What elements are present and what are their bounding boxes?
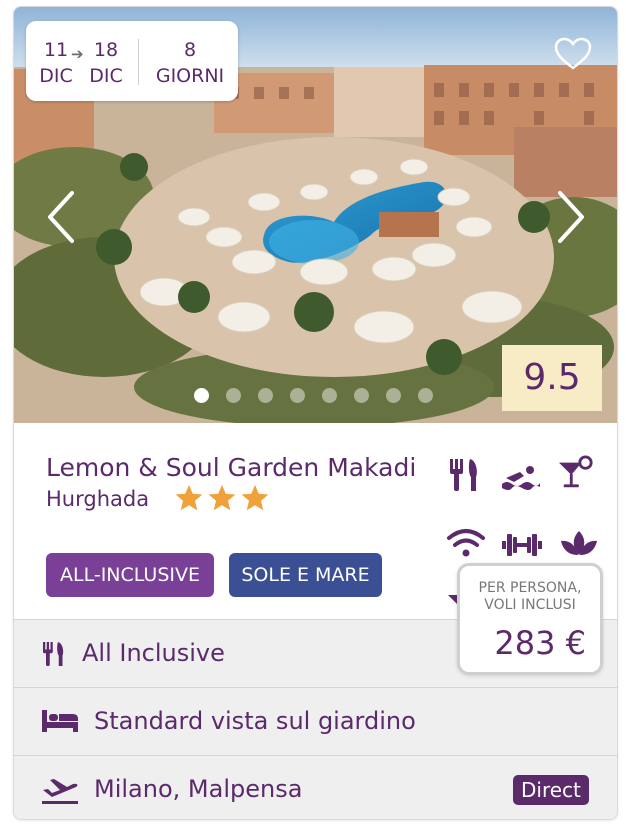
gallery-dot[interactable] — [386, 388, 401, 403]
star-icon — [208, 484, 236, 511]
next-image-arrow-icon[interactable] — [554, 189, 588, 245]
hotel-name[interactable]: Lemon & Soul Garden Makadi — [46, 453, 416, 482]
gallery-dot[interactable] — [226, 388, 241, 403]
room-row: Standard vista sul giardino — [14, 687, 617, 755]
gallery-dot[interactable] — [322, 388, 337, 403]
room-type: Standard vista sul giardino — [94, 707, 416, 735]
end-day: 18 — [93, 39, 119, 61]
travel-dates-box[interactable]: 11 DIC ➔ 18 DIC 8 GIORNI — [26, 21, 238, 101]
board-type: All Inclusive — [82, 639, 225, 667]
start-day: 11 — [43, 39, 69, 61]
bar-icon — [558, 455, 593, 488]
heart-icon[interactable] — [554, 37, 592, 71]
hotel-photo-gallery[interactable]: 11 DIC ➔ 18 DIC 8 GIORNI 9.5 — [14, 7, 617, 423]
departure-airport: Milano, Malpensa — [94, 775, 303, 803]
restaurant-icon — [450, 459, 477, 491]
arrow-right-icon: ➔ — [71, 45, 84, 63]
restaurant-icon — [43, 642, 64, 666]
bed-icon — [42, 710, 78, 732]
flight-departure-icon — [42, 779, 78, 804]
gallery-dot[interactable] — [354, 388, 369, 403]
start-month: DIC — [39, 65, 73, 87]
price-box[interactable]: PER PERSONA, VOLI INCLUSI 283 € — [457, 563, 603, 675]
review-score: 9.5 — [502, 345, 602, 411]
gallery-dot[interactable] — [194, 388, 209, 403]
gym-icon — [502, 534, 542, 556]
previous-image-arrow-icon[interactable] — [44, 189, 78, 245]
end-date: 18 DIC — [86, 37, 126, 89]
gallery-dot[interactable] — [258, 388, 273, 403]
end-month: DIC — [89, 65, 123, 87]
duration-unit: GIORNI — [155, 65, 225, 87]
star-icon — [241, 484, 269, 511]
direct-flight-badge: Direct — [513, 775, 589, 805]
spa-icon — [561, 531, 597, 555]
badge-sole-e-mare: SOLE E MARE — [229, 553, 382, 597]
star-icon — [175, 484, 203, 511]
divider — [138, 39, 139, 85]
duration-number: 8 — [183, 39, 197, 61]
start-date: 11 DIC — [36, 37, 76, 89]
gallery-dot[interactable] — [290, 388, 305, 403]
offer-card[interactable]: 11 DIC ➔ 18 DIC 8 GIORNI 9.5 Lemon & Sou… — [13, 6, 618, 820]
badge-all-inclusive: ALL-INCLUSIVE — [46, 553, 214, 597]
wifi-icon — [447, 529, 485, 557]
swimming-icon — [502, 466, 540, 490]
star-rating — [174, 483, 273, 517]
hotel-city: Hurghada — [46, 487, 150, 511]
price-value: 283 € — [494, 624, 586, 662]
price-label: PER PERSONA, VOLI INCLUSI — [478, 580, 582, 613]
gallery-dot[interactable] — [418, 388, 433, 403]
flight-row: Milano, Malpensa Direct — [14, 755, 617, 819]
duration: 8 GIORNI — [150, 37, 230, 89]
